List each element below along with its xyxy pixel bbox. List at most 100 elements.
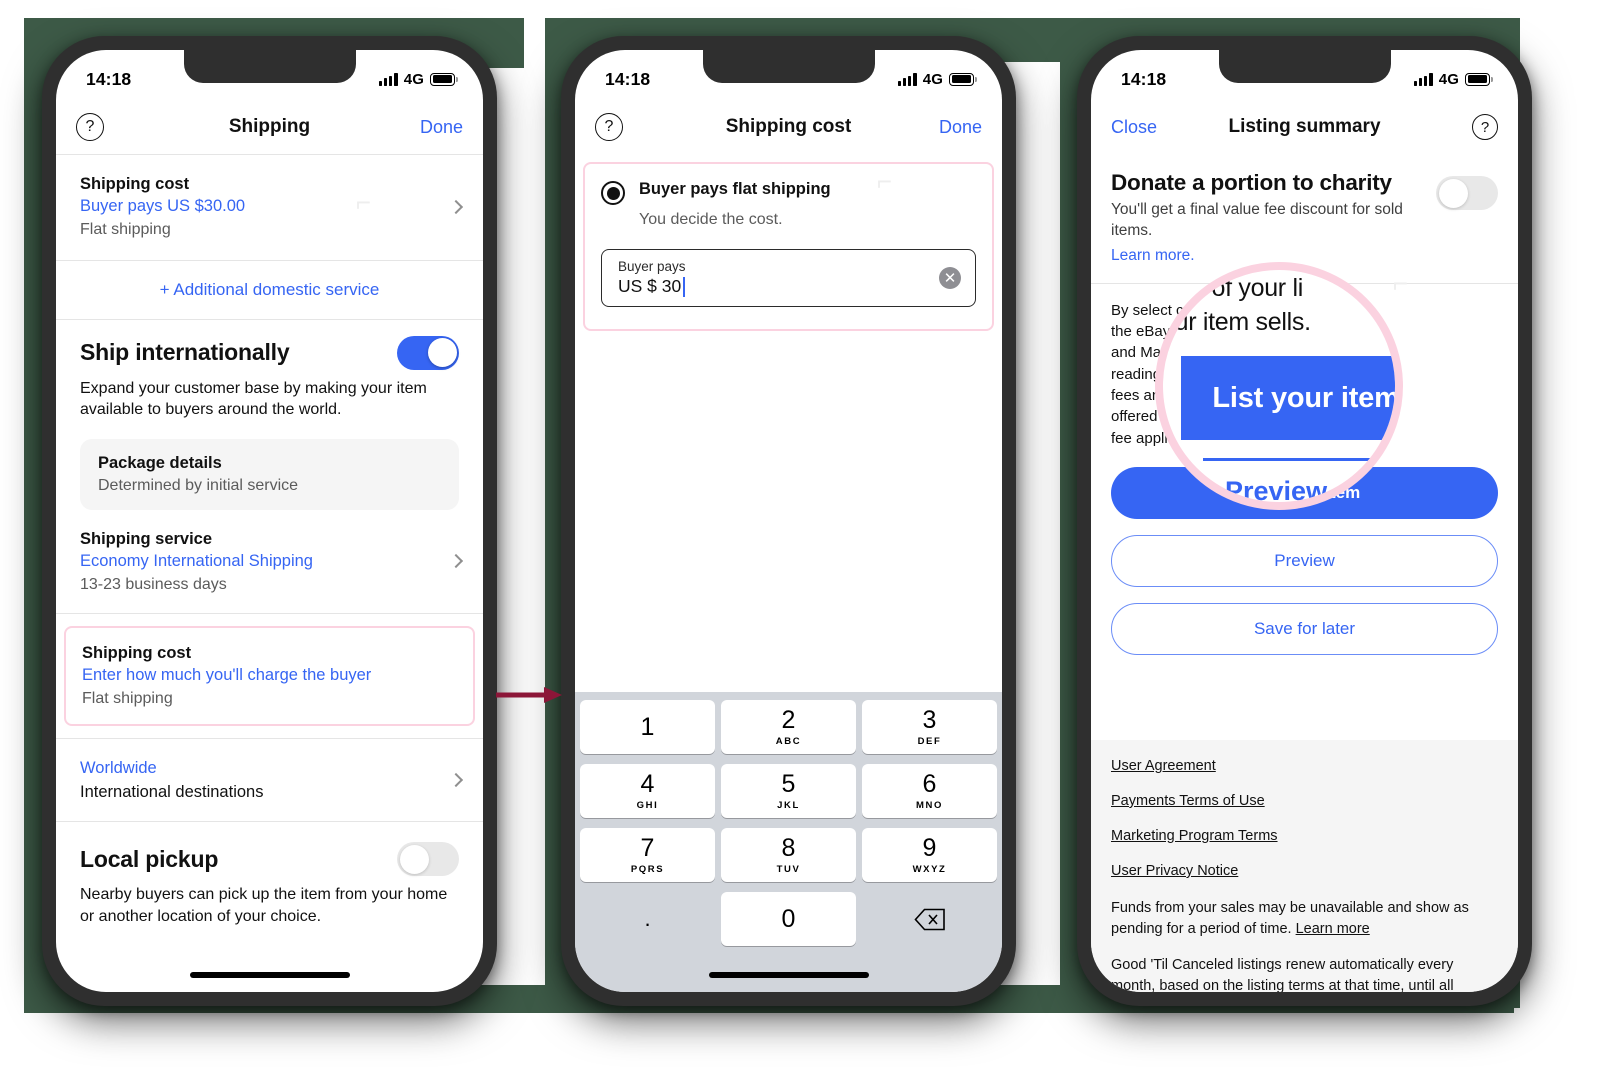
home-indicator [189,972,350,978]
keypad-row: 4 GHI 5 JKL 6 MNO [580,764,997,818]
battery-icon [949,72,977,86]
key-5[interactable]: 5 JKL [721,764,856,818]
ship-internationally-header: Ship internationally [56,320,483,370]
backspace-glyph [913,908,945,930]
key-sub: TUV [776,863,801,875]
ship-internationally-toggle[interactable] [397,335,459,370]
buyer-pays-flat-shipping-card[interactable]: Buyer pays flat shipping You decide the … [583,162,994,331]
key-sub: PQRS [630,863,665,875]
status-time: 14:18 [1121,68,1167,89]
notch [702,50,875,83]
key-num: 3 [922,705,937,734]
screenshot-canvas: 14:18 4G ? Shipping Done Shipping cost B… [0,0,1600,1080]
phone-shipping-cost: 14:18 4G ? Shipping cost Done Buyer pays… [561,36,1016,1006]
preview-button[interactable]: Preview [1111,534,1498,587]
screen-shipping-cost: 14:18 4G ? Shipping cost Done Buyer pays… [575,50,1002,992]
screen-shipping: 14:18 4G ? Shipping Done Shipping cost B… [56,50,483,992]
magnifier-callout: ent of your li our item sells. List your… [1155,262,1403,510]
buyer-pays-input[interactable]: Buyer pays US $ 30 ✕ [601,249,976,307]
help-circle-icon[interactable]: ? [595,113,623,141]
network-label: 4G [403,70,424,88]
learn-more-link[interactable]: Learn more [1296,921,1370,937]
help-circle-icon[interactable]: ? [76,113,104,141]
key-7[interactable]: 7 PQRS [580,828,715,882]
key-sub: JKL [777,799,800,811]
donate-title: Donate a portion to charity [1111,170,1392,195]
row-shipping-service[interactable]: Shipping service Economy International S… [56,510,483,613]
input-value: US $ 30 [618,276,682,296]
row-title: Shipping service [80,530,213,549]
ship-internationally-body: Expand your customer base by making your… [80,379,427,419]
clear-circle-icon[interactable]: ✕ [939,267,961,289]
row-link: Buyer pays US $30.00 [80,197,246,216]
user-agreement-link[interactable]: User Agreement [1111,758,1498,774]
marketing-program-terms-link[interactable]: Marketing Program Terms [1111,828,1498,844]
payments-terms-link[interactable]: Payments Terms of Use [1111,793,1498,809]
local-pickup-header: Local pickup [56,822,483,877]
save-for-later-button[interactable]: Save for later [1111,602,1498,655]
row-link: Worldwide [80,759,157,778]
notch [183,50,356,83]
key-4[interactable]: 4 GHI [580,764,715,818]
key-sub: WXYZ [912,863,947,875]
page-title: Shipping [228,116,311,137]
help-circle-icon[interactable]: ? [1472,114,1498,140]
key-sub: MNO [916,799,943,811]
additional-domestic-service-link[interactable]: + Additional domestic service [56,261,483,319]
key-decimal[interactable]: . [580,892,715,946]
key-num: 7 [640,833,655,862]
user-privacy-notice-link[interactable]: User Privacy Notice [1111,863,1498,879]
magnifier-content: ent of your li our item sells. List your… [1163,270,1395,502]
phone-listing-summary: 14:18 4G Close Listing summary ? Donate … [1077,36,1532,1006]
key-3[interactable]: 3 DEF [862,700,997,754]
funds-text: Funds from your sales may be unavailable… [1111,900,1469,937]
row-shipping-cost-top[interactable]: Shipping cost Buyer pays US $30.00 Flat … [56,155,483,260]
done-button[interactable]: Done [939,117,982,138]
key-6[interactable]: 6 MNO [862,764,997,818]
row-title: Shipping cost [82,643,192,662]
keypad-row: . 0 [580,892,997,946]
magnified-list-your-item-button[interactable]: List your item [1181,356,1395,440]
key-sub: ABC [775,735,802,747]
key-num: 8 [781,833,796,862]
battery-icon [430,72,458,86]
chevron-right-icon [448,554,464,569]
status-time: 14:18 [605,68,651,89]
chevron-right-icon [448,773,464,788]
nav-bar-shipping: ? Shipping Done [56,100,483,154]
funds-paragraph: Funds from your sales may be unavailable… [1111,898,1498,939]
learn-more-link[interactable]: Learn more. [1111,247,1195,265]
key-8[interactable]: 8 TUV [721,828,856,882]
donate-charity-toggle[interactable] [1436,176,1498,210]
key-num: 0 [781,904,796,933]
key-2[interactable]: 2 ABC [721,700,856,754]
arrow-right-icon [496,687,562,703]
row-title: Shipping cost [80,175,190,193]
phone-shipping: 14:18 4G ? Shipping Done Shipping cost B… [42,36,497,1006]
key-9[interactable]: 9 WXYZ [862,828,997,882]
key-1[interactable]: 1 [580,700,715,754]
key-sub: GHI [636,799,659,811]
key-sub: DEF [917,735,942,747]
screen-listing-summary: 14:18 4G Close Listing summary ? Donate … [1091,50,1518,992]
key-0[interactable]: 0 [721,892,856,946]
backspace-icon[interactable] [862,892,997,946]
keypad-row: 1 2 ABC 3 DEF [580,700,997,754]
status-time: 14:18 [86,68,132,89]
nav-bar-shipping-cost: ? Shipping cost Done [575,100,1002,154]
close-button[interactable]: Close [1111,117,1157,138]
local-pickup-toggle[interactable] [397,842,459,877]
package-details-card[interactable]: Package details Determined by initial se… [80,439,459,511]
done-button[interactable]: Done [420,117,463,138]
row-link: Economy International Shipping [80,552,313,571]
network-label: 4G [922,70,943,88]
notch [1218,50,1391,83]
row-shipping-cost-highlighted[interactable]: Shipping cost Enter how much you'll char… [64,625,475,727]
option-sub: You decide the cost. [639,211,783,228]
key-num: 1 [640,712,655,741]
numeric-keypad[interactable]: 1 2 ABC 3 DEF 4 GHI 5 JKL 6 MNO 7 PQRS 8 TUV 9W… [575,692,1002,992]
footer-links: User Agreement Payments Terms of Use Mar… [1091,740,1518,992]
row-worldwide[interactable]: Worldwide International destinations [56,739,483,821]
key-num: 5 [781,769,796,798]
radio-selected-icon[interactable] [601,181,625,205]
